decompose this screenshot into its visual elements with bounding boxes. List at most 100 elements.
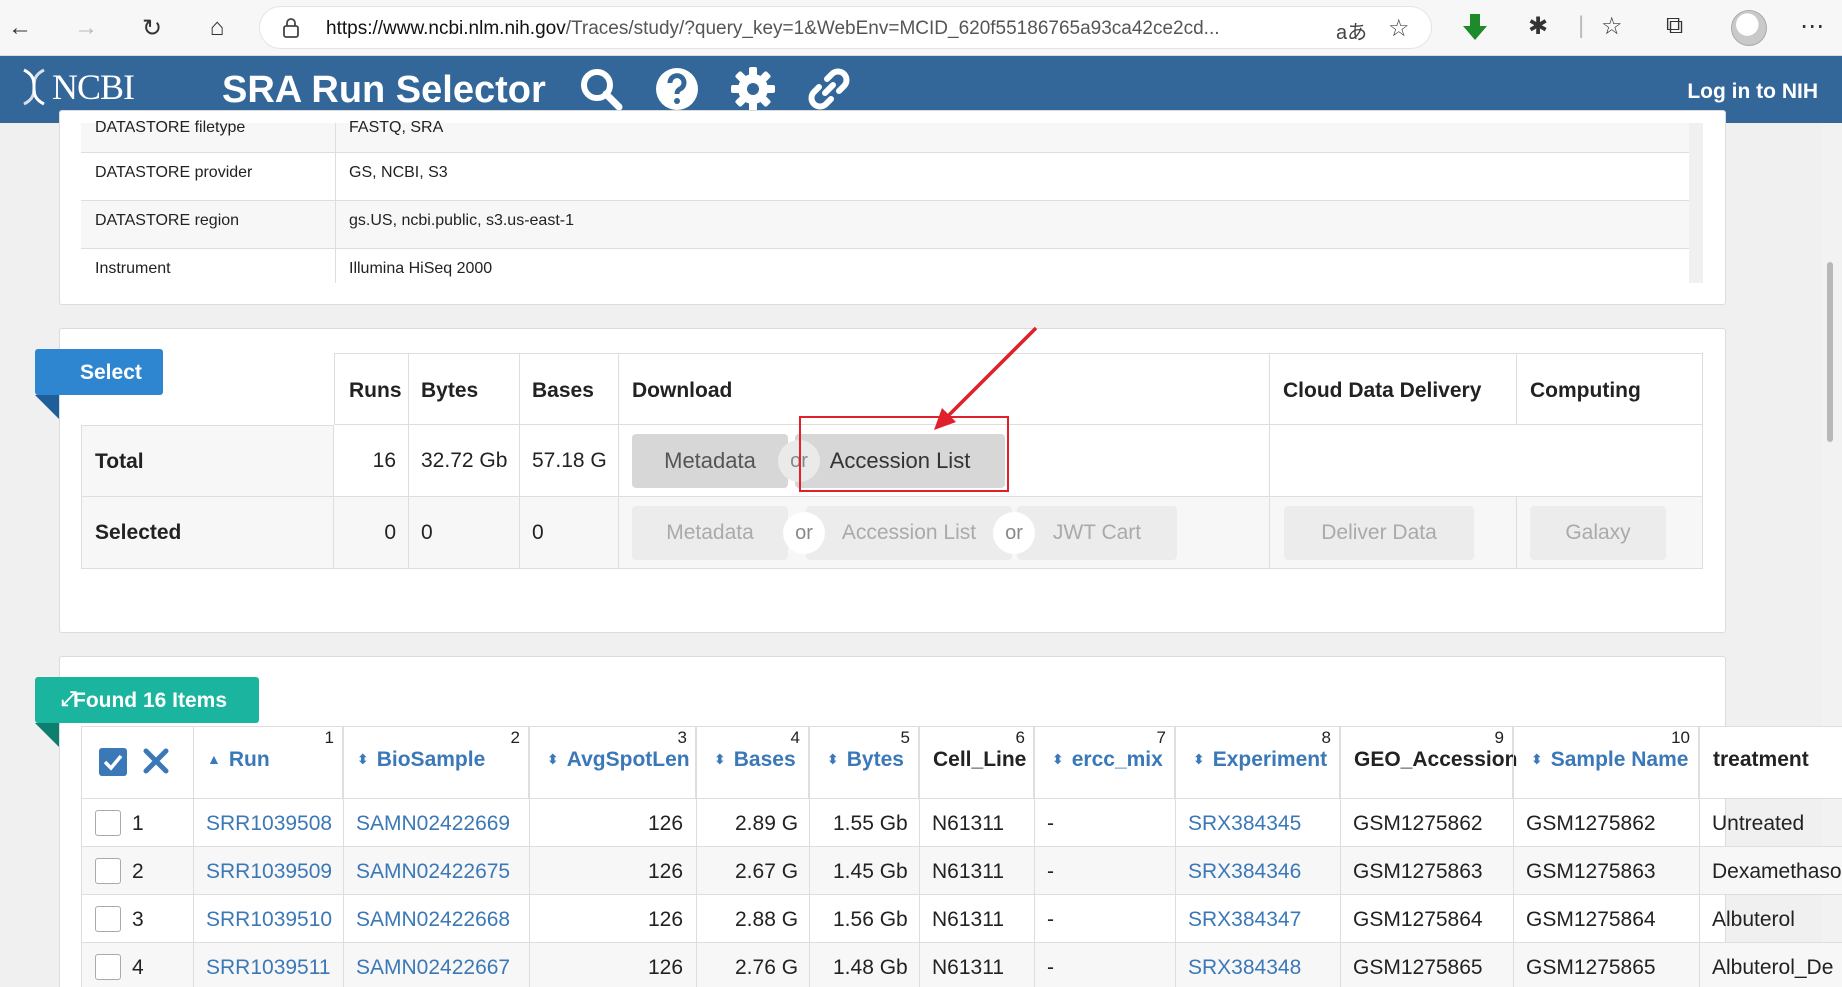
sort-icon[interactable]: ⬍	[827, 751, 839, 768]
table-row[interactable]: 2 SRR1039509 SAMN02422675 126 2.67 G 1.4…	[81, 846, 1842, 894]
run-link[interactable]: SRR1039511	[206, 956, 331, 980]
deliver-data-button[interactable]: Deliver Data	[1284, 506, 1474, 560]
column-header-biosample[interactable]: 2 ⬍ BioSample	[343, 726, 529, 798]
table-row[interactable]: 4 SRR1039511 SAMN02422667 126 2.76 G 1.4…	[81, 942, 1842, 987]
bytes-header-label: Bytes	[421, 379, 479, 402]
sort-icon[interactable]: ⬍	[547, 751, 559, 768]
toolbar-divider: |	[1578, 12, 1585, 39]
column-header-sample-name[interactable]: 10 ⬍ Sample Name	[1513, 726, 1699, 798]
cell-line-value: N61311	[932, 956, 1005, 979]
column-header-experiment[interactable]: 8 ⬍ Experiment	[1175, 726, 1340, 798]
download-icon[interactable]	[1462, 14, 1488, 42]
run-link[interactable]: SRR1039510	[206, 908, 332, 932]
total-metadata-button[interactable]: Metadata	[632, 434, 788, 488]
add-favorite-icon[interactable]: ☆	[1388, 14, 1410, 43]
read-aloud-icon[interactable]: aあ	[1336, 16, 1367, 45]
row-checkbox[interactable]	[95, 954, 121, 980]
selected-metadata-button[interactable]: Metadata	[632, 506, 788, 560]
column-header-geo-accession[interactable]: 9 GEO_Accession	[1340, 726, 1517, 798]
login-link[interactable]: Log in to NIH	[1687, 80, 1818, 104]
sort-icon[interactable]: ⬍	[714, 751, 726, 768]
profile-avatar[interactable]	[1731, 10, 1767, 46]
experiment-link[interactable]: SRX384346	[1188, 860, 1301, 884]
row-checkbox[interactable]	[95, 906, 121, 932]
favorites-icon[interactable]: ☆	[1601, 12, 1623, 41]
bytes-value: 1.56 Gb	[833, 908, 908, 931]
row-checkbox[interactable]	[95, 858, 121, 884]
page-scrollbar-thumb[interactable]	[1827, 262, 1833, 442]
search-icon[interactable]	[577, 65, 625, 113]
select-all-checkbox[interactable]	[99, 748, 127, 776]
table-row[interactable]: 1 SRR1039508 SAMN02422669 126 2.89 G 1.5…	[81, 798, 1842, 846]
experiment-link[interactable]: SRX384348	[1188, 956, 1301, 980]
total-runs: 16	[372, 449, 396, 472]
column-number: 10	[1671, 728, 1690, 747]
run-link[interactable]: SRR1039509	[206, 860, 332, 884]
gear-icon[interactable]	[729, 65, 777, 113]
column-divider	[343, 726, 344, 987]
ncbi-helix-icon	[23, 68, 45, 106]
sort-asc-icon[interactable]: ▲	[207, 751, 221, 767]
collections-icon[interactable]: ⧉	[1666, 12, 1683, 40]
biosample-link[interactable]: SAMN02422668	[356, 908, 510, 932]
total-label: Total	[95, 450, 144, 473]
computing-header-label: Computing	[1530, 379, 1641, 402]
more-menu-icon[interactable]: ⋯	[1800, 12, 1824, 41]
column-number: 6	[1015, 728, 1025, 747]
jwt-cart-button[interactable]: JWT Cart	[1017, 506, 1177, 560]
sort-icon[interactable]: ⬍	[1052, 751, 1064, 768]
extensions-icon[interactable]: ✱	[1528, 12, 1548, 41]
column-header-run[interactable]: 1 ▲ Run	[193, 726, 343, 798]
column-header-bases[interactable]: 4 ⬍ Bases	[696, 726, 809, 798]
row-checkbox[interactable]	[95, 810, 121, 836]
help-icon[interactable]	[653, 65, 701, 113]
refresh-icon[interactable]: ↻	[134, 10, 170, 46]
experiment-link[interactable]: SRX384347	[1188, 908, 1301, 932]
column-header-avgspotlen[interactable]: 3 ⬍ AvgSpotLen	[529, 726, 696, 798]
ercc-value: -	[1047, 860, 1054, 883]
ncbi-logo[interactable]: NCBI	[18, 66, 135, 108]
geo-value: GSM1275864	[1353, 908, 1483, 931]
biosample-link[interactable]: SAMN02422667	[356, 956, 510, 980]
address-bar[interactable]: https://www.ncbi.nlm.nih.gov/Traces/stud…	[259, 6, 1432, 49]
column-header-treatment[interactable]: treatment	[1699, 726, 1842, 798]
sort-icon[interactable]: ⬍	[1531, 751, 1543, 768]
column-divider	[529, 726, 530, 987]
column-divider	[1175, 726, 1176, 987]
column-header-ercc-mix[interactable]: 7 ⬍ ercc_mix	[1034, 726, 1175, 798]
galaxy-button[interactable]: Galaxy	[1530, 506, 1666, 560]
back-icon[interactable]: ←	[2, 10, 38, 46]
total-bytes-cell: 32.72 Gb	[409, 425, 520, 497]
column-header-cell-line[interactable]: 6 Cell_Line	[919, 726, 1034, 798]
row-index: 1	[132, 812, 144, 835]
geo-value: GSM1275865	[1353, 956, 1483, 979]
table-row[interactable]: 3 SRR1039510 SAMN02422668 126 2.88 G 1.5…	[81, 894, 1842, 942]
link-icon[interactable]	[805, 65, 853, 113]
app-title[interactable]: SRA Run Selector	[222, 69, 546, 112]
run-link[interactable]: SRR1039508	[206, 812, 332, 836]
cell-line-value: N61311	[932, 908, 1005, 931]
metadata-scrollbar[interactable]	[1689, 123, 1703, 283]
biosample-link[interactable]: SAMN02422669	[356, 812, 510, 836]
column-label: Bases	[733, 748, 796, 771]
expand-icon[interactable]: ⤢	[61, 688, 77, 711]
metadata-row: DATASTORE region gs.US, ncbi.public, s3.…	[81, 201, 1689, 249]
sort-icon[interactable]: ⬍	[1193, 751, 1205, 768]
column-label: Cell_Line	[933, 748, 1027, 771]
forward-icon[interactable]: →	[68, 10, 104, 46]
selected-label: Selected	[95, 521, 182, 544]
experiment-link[interactable]: SRX384345	[1188, 812, 1301, 836]
column-number: 8	[1321, 728, 1331, 747]
selected-accession-list-button[interactable]: Accession List	[806, 506, 1012, 560]
ercc-value: -	[1047, 812, 1054, 835]
total-bases: 57.18 G	[532, 449, 607, 472]
column-header-bytes[interactable]: 5 ⬍ Bytes	[809, 726, 919, 798]
bases-value: 2.89 G	[735, 812, 799, 835]
home-icon[interactable]: ⌂	[199, 10, 235, 46]
biosample-link[interactable]: SAMN02422675	[356, 860, 510, 884]
sort-icon[interactable]: ⬍	[357, 751, 369, 768]
total-runs-cell: 16	[334, 425, 409, 497]
column-label: treatment	[1713, 748, 1809, 771]
cloud-header: Cloud Data Delivery	[1270, 353, 1517, 425]
clear-selection-icon[interactable]	[143, 748, 169, 774]
